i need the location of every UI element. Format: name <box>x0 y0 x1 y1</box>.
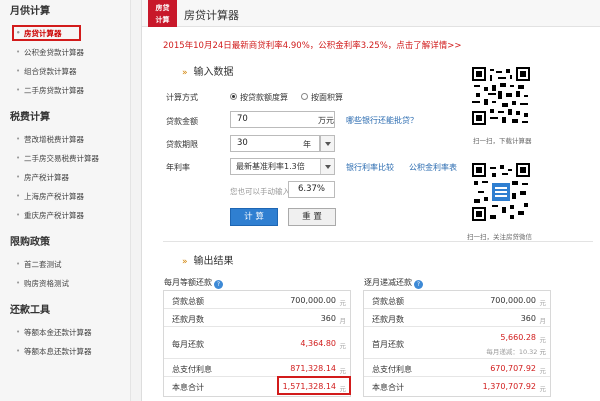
wechat-qr-caption: 扫一扫，关注房贷微信 <box>467 233 532 241</box>
chevron-down-icon <box>321 136 334 151</box>
method-radio-amount[interactable] <box>230 93 237 100</box>
sidebar-item-mortgage-calculator[interactable]: 房贷计算器 <box>0 24 130 43</box>
sidebar-item-eligibility-test[interactable]: 购房资格测试 <box>0 274 130 293</box>
sidebar-item-equal-installment[interactable]: 等额本息还款计算器 <box>0 342 130 361</box>
sidebar-item-equal-principal[interactable]: 等额本金还款计算器 <box>0 323 130 342</box>
sidebar-item-first-second-test[interactable]: 首二套测试 <box>0 255 130 274</box>
term-label: 贷款期限 <box>166 140 198 149</box>
rate-label: 年利率 <box>166 163 190 172</box>
sidebar-item-second-hand-tax[interactable]: 二手房交易税费计算器 <box>0 149 130 168</box>
table-row: 本息合计 1,370,707.92 元 <box>372 382 546 393</box>
sidebar-item-shanghai-tax[interactable]: 上海房产税计算器 <box>0 187 130 206</box>
sidebar-item-combined-loan[interactable]: 组合贷款计算器 <box>0 62 130 81</box>
total-highlight-box <box>277 376 351 395</box>
method-option-label: 按贷款额度算 <box>240 93 288 102</box>
sidebar-item-second-hand-loan[interactable]: 二手房贷款计算器 <box>0 81 130 100</box>
amount-unit: 万元 <box>318 116 334 125</box>
chevron-right-icon: » <box>182 257 188 267</box>
rate-notice-link[interactable]: 2015年10月24日最新商贷利率4.90%，公积金利率3.25%，点击了解详情… <box>163 39 462 51</box>
amount-label: 贷款金额 <box>166 117 198 126</box>
sidebar-section-title: 税费计算 <box>10 112 50 123</box>
table-row: 贷款总额 700,000.00 元 <box>164 291 350 309</box>
download-qr-code <box>472 67 530 125</box>
rate-input[interactable]: 6.37% <box>288 181 335 198</box>
bank-rate-compare-link[interactable]: 银行利率比较 <box>346 162 394 173</box>
wechat-qr-code <box>472 163 530 221</box>
reset-button[interactable]: 重 置 <box>288 208 336 226</box>
table-row: 还款月数 360 月 <box>164 309 350 327</box>
decreasing-payment-title: 逐月递减还款? <box>364 277 423 289</box>
rate-hint: 您也可以手动输入 <box>230 187 290 196</box>
table-row: 贷款总额 700,000.00 元 <box>364 291 550 309</box>
provident-rate-table-link[interactable]: 公积金利率表 <box>409 162 457 173</box>
output-section-title: » 输出结果 <box>182 256 234 267</box>
method-option-label: 按面积算 <box>311 93 343 102</box>
main-panel: 房贷 计算 房贷计算器 2015年10月24日最新商贷利率4.90%，公积金利率… <box>141 0 600 401</box>
table-row: 每月还款 4,364.80 元 <box>164 327 350 359</box>
input-section-title: » 输入数据 <box>182 67 234 78</box>
sidebar-section-title: 月供计算 <box>10 6 50 17</box>
sidebar-section-title: 还款工具 <box>10 305 50 316</box>
help-icon[interactable]: ? <box>414 280 423 289</box>
decreasing-payment-table: 贷款总额 700,000.00 元 还款月数 360 月 首月还款 5,660.… <box>363 290 551 397</box>
page-title: 房贷计算器 <box>184 9 239 22</box>
rate-select[interactable]: 最新基准利率1.3倍 <box>230 158 335 175</box>
section-divider <box>163 241 593 242</box>
sidebar-item-provident-fund[interactable]: 公积金贷款计算器 <box>0 43 130 62</box>
term-dropdown[interactable] <box>320 135 335 152</box>
sidebar-item-chongqing-tax[interactable]: 重庆房产税计算器 <box>0 206 130 225</box>
help-icon[interactable]: ? <box>214 280 223 289</box>
page-header: 房贷 计算 房贷计算器 <box>142 0 600 27</box>
which-banks-link[interactable]: 哪些银行还能批贷？ <box>346 115 418 126</box>
download-qr-caption: 扫一扫，下载计算器 <box>473 137 532 145</box>
table-row: 还款月数 360 月 <box>364 309 550 327</box>
table-row: 首月还款 5,660.28 元 每月递减：10.32 元 <box>364 327 550 359</box>
sidebar-item-property-tax[interactable]: 房产税计算器 <box>0 168 130 187</box>
brand-badge: 房贷 计算 <box>148 0 177 27</box>
table-row: 总支付利息 871,328.14 元 <box>164 359 350 377</box>
sidebar-item-vat-tax[interactable]: 营改增税费计算器 <box>0 130 130 149</box>
sidebar-section-title: 限购政策 <box>10 237 50 248</box>
method-label: 计算方式 <box>166 93 198 102</box>
chevron-right-icon: » <box>182 68 188 78</box>
sidebar: 月供计算 房贷计算器 公积金贷款计算器 组合贷款计算器 二手房贷款计算器 税费计… <box>0 0 131 401</box>
calculate-button[interactable]: 计 算 <box>230 208 278 226</box>
term-unit: 年 <box>303 140 311 149</box>
method-radio-area[interactable] <box>301 93 308 100</box>
equal-payment-title: 每月等额还款? <box>164 277 223 289</box>
table-row: 总支付利息 670,707.92 元 <box>364 359 550 377</box>
active-item-highlight <box>12 25 81 41</box>
chevron-down-icon <box>320 159 334 174</box>
